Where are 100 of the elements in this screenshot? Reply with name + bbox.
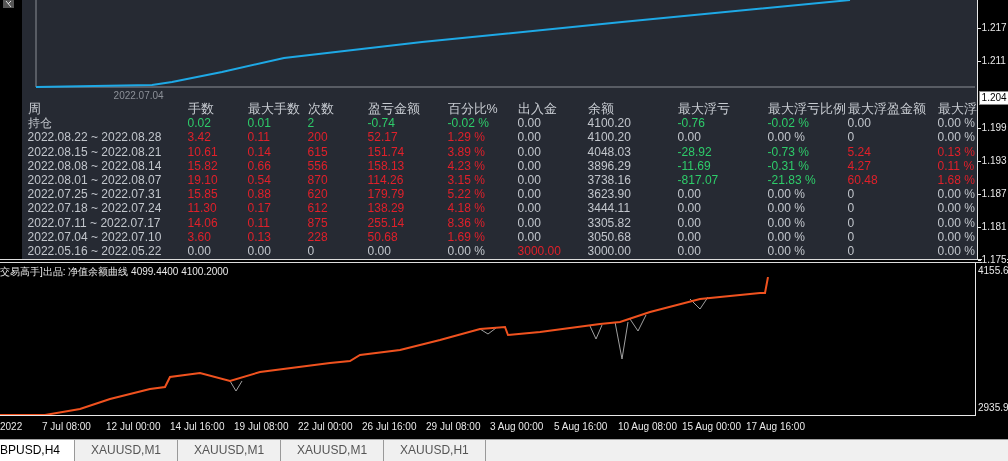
table-cell-text: 3000.00 bbox=[517, 244, 562, 259]
table-cell-text: 10.61 bbox=[187, 144, 219, 159]
column-header: 最大浮 bbox=[937, 102, 977, 117]
indicator-label: 交易高手]出品: 净值余额曲线 4099.4400 4100.2000 bbox=[0, 265, 230, 278]
table-cell-text: 3305.82 bbox=[587, 215, 632, 230]
table-cell-text: -817.07 bbox=[677, 173, 720, 188]
table-cell-text: 2022.05.16 ~ 2022.05.22 bbox=[27, 244, 163, 259]
table-cell-text: 0.00 bbox=[677, 201, 702, 216]
column-header: 周 bbox=[27, 102, 42, 117]
column-header: 余额 bbox=[587, 102, 615, 117]
table-cell-text: 0.00 bbox=[517, 215, 542, 230]
table-cell-text: 0 bbox=[847, 187, 856, 202]
table-cell-text: 875 bbox=[307, 215, 329, 230]
table-cell-text: 0.00 bbox=[677, 215, 702, 230]
chart-tab[interactable]: XAUUSD,M1 bbox=[75, 440, 179, 461]
table-cell-text: 0.00 % bbox=[937, 116, 976, 131]
column-header: 百分比% bbox=[447, 102, 499, 117]
table-cell-text: -0.02 % bbox=[767, 116, 810, 131]
chart-tab[interactable]: XAUUSD,M1 bbox=[281, 440, 385, 461]
table-cell-text: 0.88 bbox=[247, 187, 272, 202]
table-cell-text: 0.00 bbox=[677, 229, 702, 245]
time-label: 15 Aug 00:00 bbox=[682, 420, 742, 435]
table-cell-text: 0.00 bbox=[367, 244, 392, 259]
table-cell-text: 0.00 % bbox=[937, 244, 976, 259]
chart-tab[interactable]: XAUUSD,H1 bbox=[384, 440, 486, 461]
table-cell-text: 0 bbox=[847, 244, 856, 259]
table-cell-text: 15.82 bbox=[187, 158, 219, 173]
table-cell-text: 612 bbox=[307, 201, 329, 216]
table-cell-text: 0 bbox=[847, 229, 856, 245]
column-header: 盈亏金额 bbox=[367, 102, 421, 117]
time-label: 3 Aug 00:00 bbox=[490, 420, 545, 435]
table-cell-text: 52.17 bbox=[367, 130, 399, 145]
column-header: 最大手数 bbox=[247, 102, 301, 117]
time-label: 22 Jul 00:00 bbox=[298, 420, 354, 435]
table-cell-text: 0.00 bbox=[517, 229, 542, 245]
table-cell-text: 556 bbox=[307, 158, 329, 173]
table-cell-text: -0.73 % bbox=[767, 144, 810, 159]
table-cell-text: 1.69 % bbox=[447, 229, 486, 245]
table-cell-text: 158.13 bbox=[367, 158, 406, 173]
table-cell-text: 11.30 bbox=[187, 201, 218, 216]
axis-label: 2935.9 bbox=[977, 402, 1008, 414]
table-cell-text: 4.18 % bbox=[447, 201, 486, 216]
table-cell-text: 615 bbox=[307, 144, 329, 159]
table-cell-text: 14.06 bbox=[187, 215, 219, 230]
current-price-label: 1.204 bbox=[978, 91, 1008, 105]
time-label: 26 Jul 16:00 bbox=[362, 420, 418, 435]
table-cell-text: 0.01 bbox=[247, 116, 272, 131]
table-cell-text: -11.69 bbox=[677, 158, 712, 173]
date-label: 2022.07.04 bbox=[113, 90, 165, 102]
table-cell-text: 2022.08.08 ~ 2022.08.14 bbox=[27, 158, 163, 173]
table-cell-text: 0.00 % bbox=[937, 229, 976, 245]
panel-icon[interactable] bbox=[3, 0, 14, 8]
chart-tab[interactable]: BPUSD,H4 bbox=[0, 440, 76, 461]
table-cell-text: 持仓 bbox=[27, 116, 53, 131]
table-cell-text: 2022.07.11 ~ 2022.07.17 bbox=[27, 215, 162, 230]
table-cell-text: 8.36 % bbox=[447, 215, 486, 230]
table-cell-text: 0 bbox=[847, 215, 856, 230]
table-cell-text: 0.00 % bbox=[767, 130, 806, 145]
table-cell-text: 2 bbox=[307, 116, 316, 131]
time-label: 2022 bbox=[0, 420, 24, 435]
table-cell-text: 0.00 bbox=[677, 187, 702, 202]
table-cell-text: 0.00 bbox=[187, 244, 212, 259]
table-cell-text: 2022.08.22 ~ 2022.08.28 bbox=[27, 130, 163, 145]
table-cell-text: 3.89 % bbox=[447, 144, 486, 159]
table-cell-text: 4048.03 bbox=[587, 144, 632, 159]
price-label: 1.199 bbox=[981, 120, 1007, 134]
column-header: 最大浮盈金额 bbox=[847, 102, 927, 117]
table-cell-text: 4.27 bbox=[847, 158, 872, 173]
table-cell-text: 620 bbox=[307, 187, 329, 202]
table-cell-text: 15.85 bbox=[187, 187, 219, 202]
table-cell-text: 3623.90 bbox=[587, 187, 632, 202]
table-cell-text: 0.00 bbox=[517, 130, 542, 145]
chart-tab[interactable]: XAUUSD,M1 bbox=[178, 440, 282, 461]
table-cell-text: 0.00 bbox=[847, 116, 872, 131]
table-cell-text: 2022.08.01 ~ 2022.08.07 bbox=[27, 173, 163, 188]
time-label: 14 Jul 16:00 bbox=[170, 420, 226, 435]
table-cell-text: 1.68 % bbox=[937, 173, 976, 188]
column-header: 次数 bbox=[307, 102, 335, 117]
price-label: 1.187 bbox=[981, 187, 1007, 200]
table-cell-text: 0.11 bbox=[247, 130, 272, 145]
table-cell-text: 0.00 % bbox=[767, 244, 806, 259]
table-cell-text: 5.22 % bbox=[447, 187, 486, 202]
table-cell-text: 151.74 bbox=[367, 144, 406, 159]
table-cell-text: 19.10 bbox=[187, 173, 219, 188]
table-cell-text: 0.00 bbox=[517, 187, 542, 202]
table-cell-text: 0.00 bbox=[517, 158, 542, 173]
table-cell-text: 2022.07.18 ~ 2022.07.24 bbox=[27, 201, 163, 216]
table-cell-text: 0 bbox=[847, 130, 856, 145]
table-cell-text: -28.92 bbox=[677, 144, 713, 159]
table-cell-text: 0 bbox=[847, 201, 856, 216]
table-cell-text: 0 bbox=[307, 244, 316, 259]
price-label: 1.217 bbox=[981, 21, 1007, 34]
time-label: 29 Jul 08:00 bbox=[426, 420, 482, 435]
column-header: 最大浮亏 bbox=[677, 102, 731, 117]
table-cell-text: 0.13 % bbox=[937, 144, 976, 159]
table-cell-text: 1.29 % bbox=[447, 130, 486, 145]
table-cell-text: 3.15 % bbox=[447, 173, 486, 188]
time-label: 7 Jul 08:00 bbox=[42, 420, 92, 435]
column-header: 最大浮亏比例 bbox=[767, 102, 847, 117]
table-cell-text: 0.11 bbox=[247, 215, 272, 230]
